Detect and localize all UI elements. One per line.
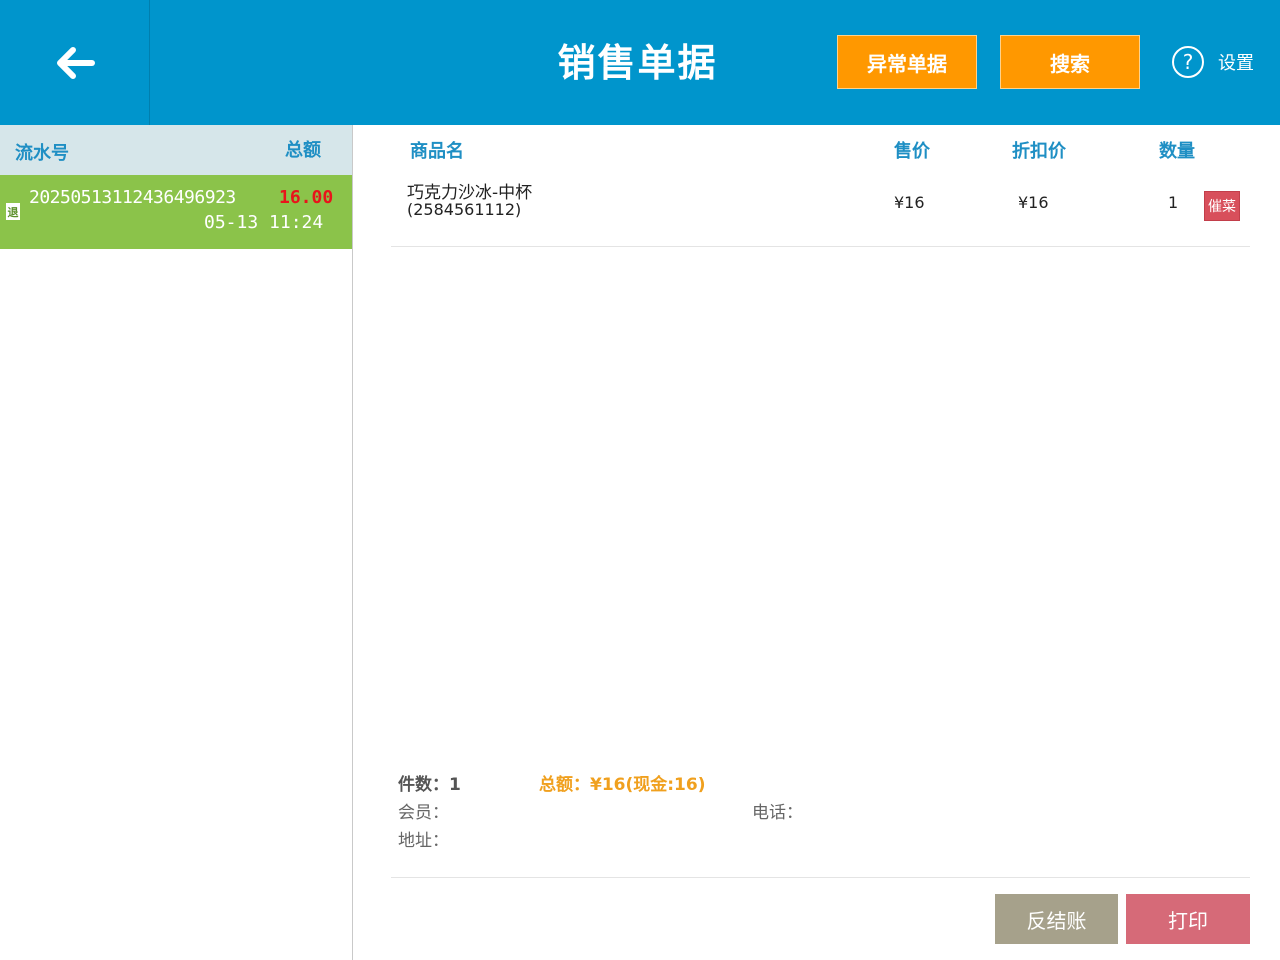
column-header-name: 商品名 <box>410 141 464 162</box>
item-code: (2584561112) <box>407 200 522 219</box>
serial-column-header: 流水号 <box>15 143 69 164</box>
divider <box>391 877 1250 878</box>
settings-label: 设置 <box>1218 53 1254 74</box>
column-header-discount: 折扣价 <box>1012 141 1066 162</box>
abnormal-orders-button[interactable]: 异常单据 <box>837 35 977 89</box>
arrow-left-icon <box>56 46 95 79</box>
search-button[interactable]: 搜索 <box>1000 35 1140 89</box>
item-row: 巧克力沙冰-中杯 (2584561112) ¥16 ¥16 1 催菜 <box>391 170 1250 247</box>
order-number: 20250513112436496923 <box>29 187 236 208</box>
top-bar: 销售单据 异常单据 搜索 ? 设置 <box>0 0 1280 125</box>
settings-button[interactable]: ? 设置 <box>1172 45 1254 79</box>
item-count: 件数：1 <box>398 775 461 795</box>
phone-label: 电话： <box>752 803 803 823</box>
item-price: ¥16 <box>894 193 925 212</box>
item-quantity: 1 <box>1168 193 1179 212</box>
member-label: 会员： <box>398 803 449 823</box>
question-circle-icon: ? <box>1172 46 1204 78</box>
order-amount: 16.00 <box>279 187 334 208</box>
item-discount-price: ¥16 <box>1018 193 1049 212</box>
print-button[interactable]: 打印 <box>1126 894 1250 944</box>
order-time: 05-13 11:24 <box>204 212 324 233</box>
column-header-quantity: 数量 <box>1159 141 1195 162</box>
back-button[interactable] <box>0 0 150 125</box>
order-total: 总额：¥16(现金:16) <box>539 775 706 795</box>
order-list-header: 流水号 总额 <box>0 125 352 175</box>
page-title: 销售单据 <box>557 40 718 85</box>
total-column-header: 总额 <box>285 140 321 161</box>
refund-doc-icon: 退 <box>6 203 20 220</box>
order-list-panel: 流水号 总额 退 20250513112436496923 16.00 05-1… <box>0 125 353 960</box>
order-detail-panel: 商品名 售价 折扣价 数量 巧克力沙冰-中杯 (2584561112) ¥16 … <box>391 125 1250 960</box>
column-header-price: 售价 <box>894 141 930 162</box>
order-summary: 件数：1 总额：¥16(现金:16) 会员： 电话： 地址： <box>398 770 1238 851</box>
order-row[interactable]: 退 20250513112436496923 16.00 05-13 11:24 <box>0 175 352 249</box>
rush-order-button[interactable]: 催菜 <box>1204 191 1240 221</box>
address-label: 地址： <box>398 831 449 851</box>
unsettle-button[interactable]: 反结账 <box>995 894 1118 944</box>
